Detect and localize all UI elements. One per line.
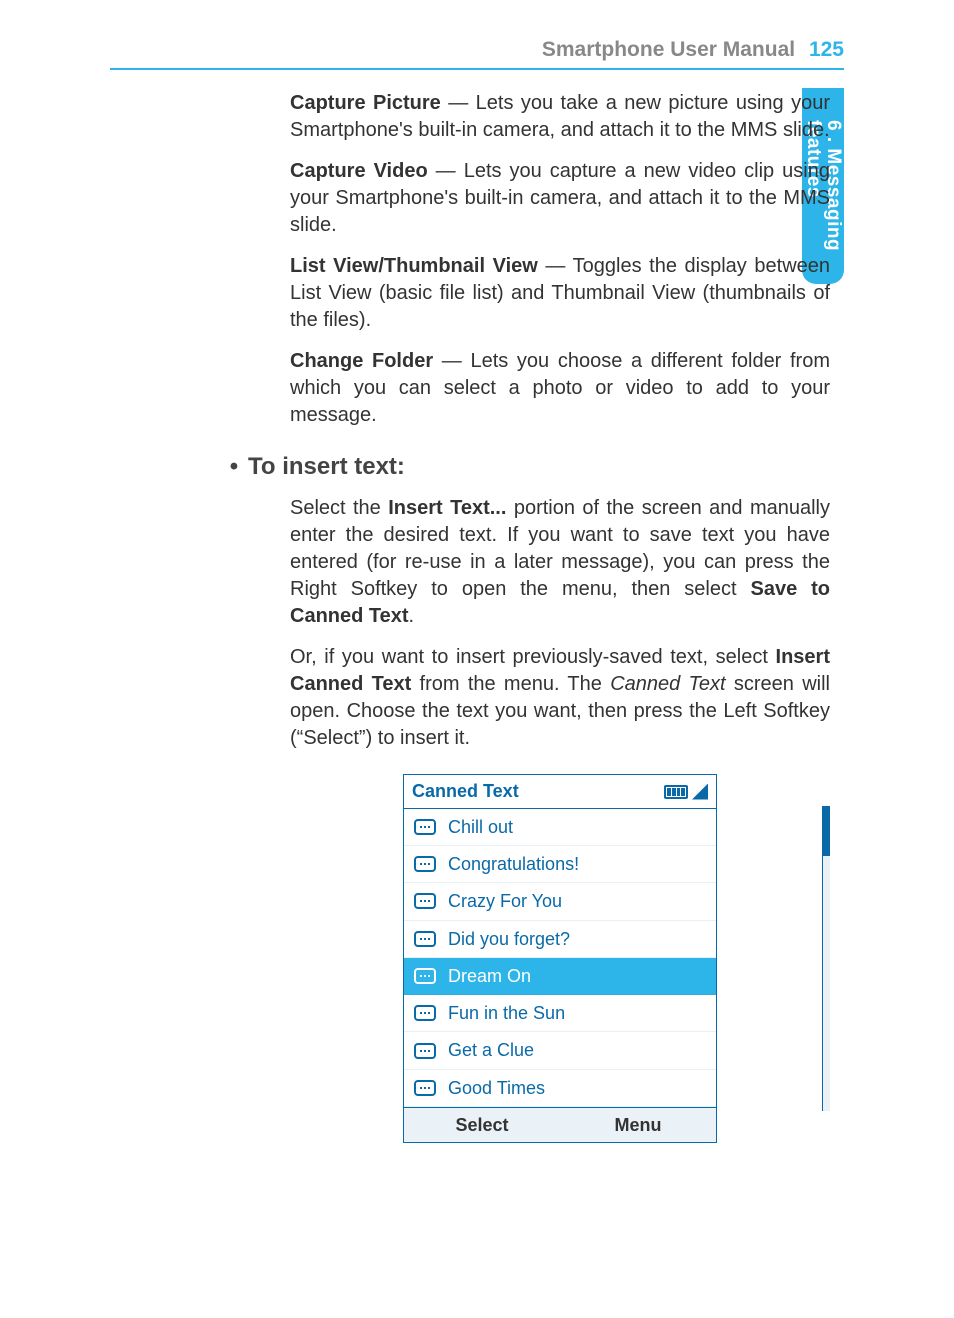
message-icon xyxy=(414,931,436,947)
message-icon xyxy=(414,1005,436,1021)
message-icon xyxy=(414,1080,436,1096)
option-term: Change Folder xyxy=(290,350,433,372)
phone-screenshot: Canned Text Chill out Congratulations! xyxy=(290,774,830,1143)
list-item-label: Did you forget? xyxy=(448,927,570,951)
list-item[interactable]: Crazy For You xyxy=(404,883,716,920)
option-list-thumbnail: List View/Thumbnail View — Toggles the d… xyxy=(290,253,830,334)
phone-softkey-bar: Select Menu xyxy=(404,1107,716,1142)
softkey-left[interactable]: Select xyxy=(404,1108,560,1142)
manual-title: Smartphone User Manual xyxy=(542,38,795,61)
list-item-label: Fun in the Sun xyxy=(448,1001,565,1025)
list-item-label: Crazy For You xyxy=(448,889,562,913)
insert-text-paragraph-2: Or, if you want to insert previously-sav… xyxy=(290,644,830,752)
list-item[interactable]: Fun in the Sun xyxy=(404,995,716,1032)
phone-titlebar: Canned Text xyxy=(404,775,716,808)
list-item[interactable]: Get a Clue xyxy=(404,1032,716,1069)
softkey-right[interactable]: Menu xyxy=(560,1108,716,1142)
message-icon xyxy=(414,1043,436,1059)
message-icon xyxy=(414,968,436,984)
option-term: List View/Thumbnail View xyxy=(290,255,538,277)
list-item[interactable]: Did you forget? xyxy=(404,921,716,958)
section-heading-text: To insert text: xyxy=(248,453,405,480)
page-number: 125 xyxy=(809,38,844,61)
canned-text-list: Chill out Congratulations! Crazy For You… xyxy=(404,809,716,1107)
list-item-label: Dream On xyxy=(448,964,531,988)
message-icon xyxy=(414,856,436,872)
list-item[interactable]: Chill out xyxy=(404,809,716,846)
content-area: Capture Picture — Lets you take a new pi… xyxy=(290,90,830,1143)
option-term: Capture Video xyxy=(290,160,428,182)
option-capture-video: Capture Video — Lets you capture a new v… xyxy=(290,158,830,239)
list-item-label: Congratulations! xyxy=(448,852,579,876)
option-term: Capture Picture xyxy=(290,92,441,114)
list-item[interactable]: Good Times xyxy=(404,1070,716,1107)
list-item-label: Chill out xyxy=(448,815,513,839)
message-icon xyxy=(414,819,436,835)
list-item-selected[interactable]: Dream On xyxy=(404,958,716,995)
phone-status-icons xyxy=(664,784,708,800)
section-heading: •To insert text: xyxy=(260,451,830,483)
insert-text-paragraph-1: Select the Insert Text... portion of the… xyxy=(290,495,830,630)
option-change-folder: Change Folder — Lets you choose a differ… xyxy=(290,348,830,429)
phone-screen-title: Canned Text xyxy=(412,779,519,803)
list-item-label: Get a Clue xyxy=(448,1038,534,1062)
page-header: Smartphone User Manual 125 xyxy=(110,38,844,70)
list-item-label: Good Times xyxy=(448,1076,545,1100)
signal-icon xyxy=(692,784,708,800)
scrollbar[interactable] xyxy=(822,806,830,1111)
battery-icon xyxy=(664,785,688,799)
scrollbar-thumb[interactable] xyxy=(823,806,830,856)
list-item[interactable]: Congratulations! xyxy=(404,846,716,883)
option-capture-picture: Capture Picture — Lets you take a new pi… xyxy=(290,90,830,144)
message-icon xyxy=(414,893,436,909)
bullet-icon: • xyxy=(220,451,248,483)
